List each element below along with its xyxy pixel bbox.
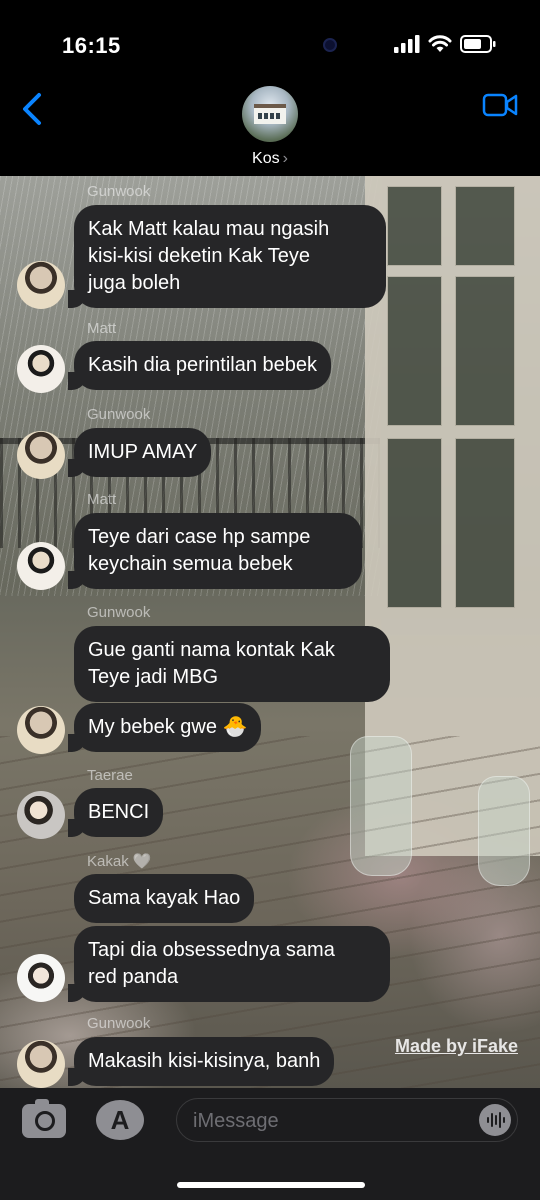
message-line: Tapi dia obsessednya sama xyxy=(88,939,335,961)
message-line: Gue ganti nama kontak Kak xyxy=(88,639,335,661)
message-input-placeholder: iMessage xyxy=(193,1110,279,1132)
background-vase xyxy=(350,736,412,876)
message-input[interactable]: iMessage xyxy=(176,1098,518,1142)
avatar-kakak[interactable] xyxy=(17,954,65,1002)
message-bubble[interactable]: My bebek gwe 🐣 xyxy=(67,703,262,752)
sender-name: Gunwook xyxy=(87,183,151,200)
message-bubble[interactable]: Kasih dia perintilan bebek xyxy=(67,341,332,390)
status-time: 16:15 xyxy=(62,33,121,58)
message-line: red panda xyxy=(88,966,179,988)
battery-icon xyxy=(460,35,496,53)
watermark: Made by iFake xyxy=(394,1036,518,1056)
message-line: BENCI xyxy=(88,801,150,823)
message-line: Kak Matt kalau mau ngasih xyxy=(88,218,330,240)
message-bubble[interactable]: Tapi dia obsessednya sama red panda xyxy=(68,926,390,1002)
message-line: keychain semua bebek xyxy=(88,553,293,575)
message-bubble[interactable]: BENCI xyxy=(67,788,164,837)
message-line: Sama kayak Hao xyxy=(88,887,241,909)
message-bubble[interactable]: Sama kayak Hao xyxy=(74,874,255,923)
message-bubble[interactable]: Makasih kisi-kisinya, banh xyxy=(67,1037,335,1086)
message-line: My bebek gwe 🐣 xyxy=(88,716,248,738)
message-line: Makasih kisi-kisinya, banh xyxy=(88,1050,321,1072)
avatar-gunwook[interactable] xyxy=(17,261,65,309)
avatar-matt[interactable] xyxy=(17,345,65,393)
message-line: Kasih dia perintilan bebek xyxy=(88,354,318,376)
dynamic-island-indicator xyxy=(323,38,337,52)
video-camera-icon[interactable] xyxy=(482,92,518,123)
status-icons xyxy=(394,35,496,53)
sender-name: Gunwook xyxy=(87,1015,151,1032)
avatar-taerae[interactable] xyxy=(17,791,65,839)
message-line: kisi-kisi deketin Kak Teye xyxy=(88,245,310,267)
contact-name-button[interactable]: Kos › xyxy=(0,150,540,168)
sender-name: Matt xyxy=(87,491,117,508)
audio-waveform-icon[interactable] xyxy=(479,1104,511,1136)
conversation-header: Kos › xyxy=(0,80,540,176)
status-bar: 16:15 xyxy=(0,0,540,80)
avatar-gunwook[interactable] xyxy=(17,431,65,479)
message-thread[interactable]: Gunwook Kak Matt kalau mau ngasih kisi-k… xyxy=(0,176,540,1088)
app-store-icon[interactable]: A xyxy=(96,1100,144,1140)
sender-name: Gunwook xyxy=(87,604,151,621)
chevron-right-icon: › xyxy=(282,150,288,167)
message-bubble[interactable]: Teye dari case hp sampe keychain semua b… xyxy=(68,513,362,589)
sender-name: Taerae xyxy=(87,767,133,784)
chevron-left-icon[interactable] xyxy=(20,92,44,131)
wifi-icon xyxy=(428,35,452,52)
message-bubble[interactable]: IMUP AMAY xyxy=(67,428,212,477)
avatar-gunwook[interactable] xyxy=(17,706,65,754)
contact-name: Kos xyxy=(252,150,280,167)
camera-icon[interactable] xyxy=(22,1099,66,1138)
sender-name: Gunwook xyxy=(87,406,151,423)
avatar-matt[interactable] xyxy=(17,542,65,590)
contact-avatar[interactable] xyxy=(242,86,298,142)
sender-name: Matt xyxy=(87,320,117,337)
sender-name: Kakak 🤍 xyxy=(87,853,152,870)
message-line: Teye jadi MBG xyxy=(88,666,219,688)
message-line: Teye dari case hp sampe xyxy=(88,526,311,548)
background-vase xyxy=(478,776,530,886)
home-indicator[interactable] xyxy=(177,1182,365,1188)
avatar-gunwook[interactable] xyxy=(17,1040,65,1088)
message-line: juga boleh xyxy=(88,272,181,294)
message-line: IMUP AMAY xyxy=(88,441,198,463)
message-bubble[interactable]: Gue ganti nama kontak Kak Teye jadi MBG xyxy=(74,626,390,702)
signal-icon xyxy=(394,35,420,53)
message-bubble[interactable]: Kak Matt kalau mau ngasih kisi-kisi deke… xyxy=(68,205,386,308)
